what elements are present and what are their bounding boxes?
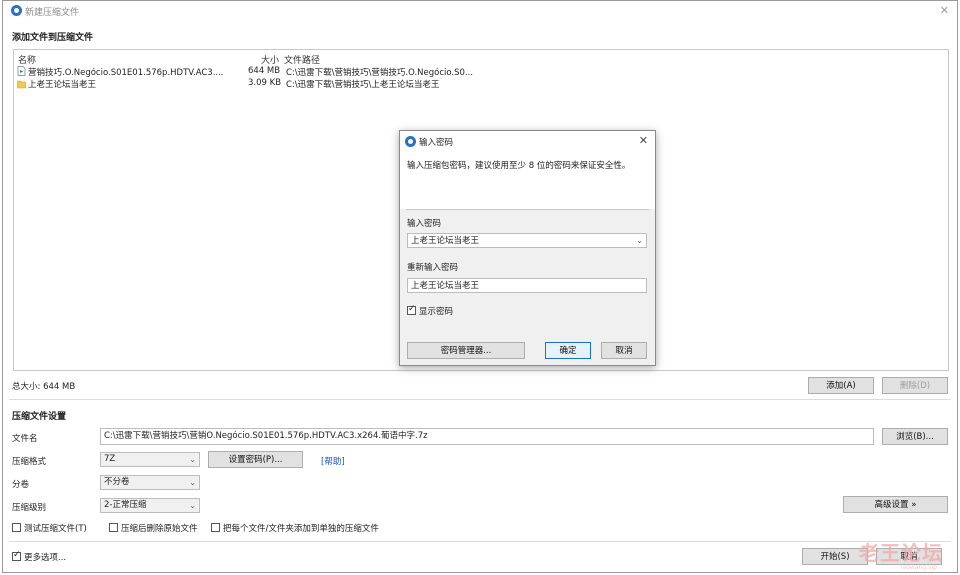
set-password-button[interactable]: 设置密码(P)...	[208, 451, 303, 468]
divider	[406, 209, 649, 210]
file-path: C:\迅雷下载\营销技巧\上老王论坛当老王	[286, 80, 440, 90]
dialog-cancel-button[interactable]: 取消	[601, 342, 647, 359]
settings-section-title: 压缩文件设置	[12, 412, 67, 422]
password-value: 上老王论坛当老王	[411, 236, 480, 246]
split-select[interactable]: 不分卷 ⌄	[100, 475, 200, 490]
level-value: 2-正常压缩	[104, 500, 147, 510]
level-label: 压缩级别	[12, 503, 47, 513]
password-dialog: 输入密码 ✕ 输入压缩包密码，建议使用至少 8 位的密码来保证安全性。 输入密码…	[399, 130, 656, 366]
column-header-path[interactable]: 文件路径	[284, 53, 320, 66]
dialog-description: 输入压缩包密码，建议使用至少 8 位的密码来保证安全性。	[407, 161, 631, 171]
file-size: 3.09 KB	[248, 78, 282, 88]
chevron-down-icon: ⌄	[189, 478, 196, 487]
more-options-checkbox[interactable]	[12, 550, 21, 561]
test-archive-checkbox[interactable]	[12, 523, 21, 532]
more-options-label: 更多选项...	[24, 553, 67, 563]
window-title: 新建压缩文件	[25, 8, 80, 18]
password-manager-button[interactable]: 密码管理器...	[407, 342, 525, 359]
chevron-down-icon: ⌄	[189, 455, 196, 464]
file-row[interactable]: 上老王论坛当老王 3.09 KB C:\迅雷下载\营销技巧\上老王论坛当老王	[16, 78, 486, 90]
app-logo-icon	[11, 5, 22, 16]
delete-after-label: 压缩后删除原始文件	[121, 524, 198, 534]
show-password-checkbox[interactable]	[407, 304, 416, 315]
dialog-description-area: 输入压缩包密码，建议使用至少 8 位的密码来保证安全性。	[400, 151, 655, 209]
test-archive-label: 测试压缩文件(T)	[24, 524, 87, 534]
watermark-text: 老王论坛	[859, 541, 943, 565]
add-button[interactable]: 添加(A)	[808, 377, 874, 394]
dialog-title-bar: 输入密码 ✕	[400, 131, 655, 151]
dialog-title: 输入密码	[419, 138, 454, 148]
chevron-down-icon: ⌄	[189, 501, 196, 510]
split-value: 不分卷	[104, 477, 130, 487]
show-password-label: 显示密码	[419, 307, 454, 317]
divider	[9, 399, 951, 400]
app-logo-icon	[405, 136, 416, 147]
file-size: 644 MB	[248, 66, 281, 76]
column-header-name[interactable]: 名称	[18, 53, 36, 66]
watermark-url: laowang.vip	[900, 564, 937, 571]
title-bar: 新建压缩文件 ✕	[3, 1, 957, 20]
separate-archives-checkbox[interactable]	[211, 523, 220, 532]
folder-icon	[17, 79, 26, 92]
close-icon[interactable]: ✕	[940, 4, 949, 17]
password-input[interactable]: 上老王论坛当老王 ⌄	[407, 233, 647, 248]
file-row[interactable]: 营销技巧.O.Negócio.S01E01.576p.HDTV.AC3.... …	[16, 66, 486, 78]
separate-archives-label: 把每个文件/文件夹添加到单独的压缩文件	[223, 524, 379, 534]
column-header-size[interactable]: 大小	[261, 53, 279, 66]
ok-button[interactable]: 确定	[545, 342, 591, 359]
file-name: 上老王论坛当老王	[28, 80, 97, 90]
filename-input[interactable]: C:\迅雷下载\营销技巧\营销O.Negócio.S01E01.576p.HDT…	[100, 428, 874, 445]
split-label: 分卷	[12, 480, 30, 490]
divider	[9, 541, 951, 542]
file-path: C:\迅雷下载\营销技巧\营销技巧.O.Negócio.S0...	[286, 68, 474, 78]
chevron-down-icon[interactable]: ⌄	[636, 234, 643, 247]
browse-button[interactable]: 浏览(B)...	[882, 428, 948, 445]
password-label: 输入密码	[407, 219, 442, 229]
format-label: 压缩格式	[12, 457, 47, 467]
close-icon[interactable]: ✕	[639, 134, 648, 147]
format-value: 7Z	[104, 454, 116, 464]
delete-after-checkbox[interactable]	[109, 523, 118, 532]
file-name: 营销技巧.O.Negócio.S01E01.576p.HDTV.AC3....	[28, 68, 224, 78]
format-select[interactable]: 7Z ⌄	[100, 452, 200, 467]
reenter-label: 重新输入密码	[407, 263, 459, 273]
advanced-settings-button[interactable]: 高级设置 »	[843, 496, 948, 513]
filename-label: 文件名	[12, 434, 38, 444]
level-select[interactable]: 2-正常压缩 ⌄	[100, 498, 200, 513]
files-section-title: 添加文件到压缩文件	[12, 33, 94, 43]
reenter-password-input[interactable]: 上老王论坛当老王	[407, 278, 647, 293]
delete-button[interactable]: 删除(D)	[882, 377, 948, 394]
total-size: 总大小: 644 MB	[12, 382, 76, 392]
help-link[interactable]: [帮助]	[321, 455, 345, 467]
